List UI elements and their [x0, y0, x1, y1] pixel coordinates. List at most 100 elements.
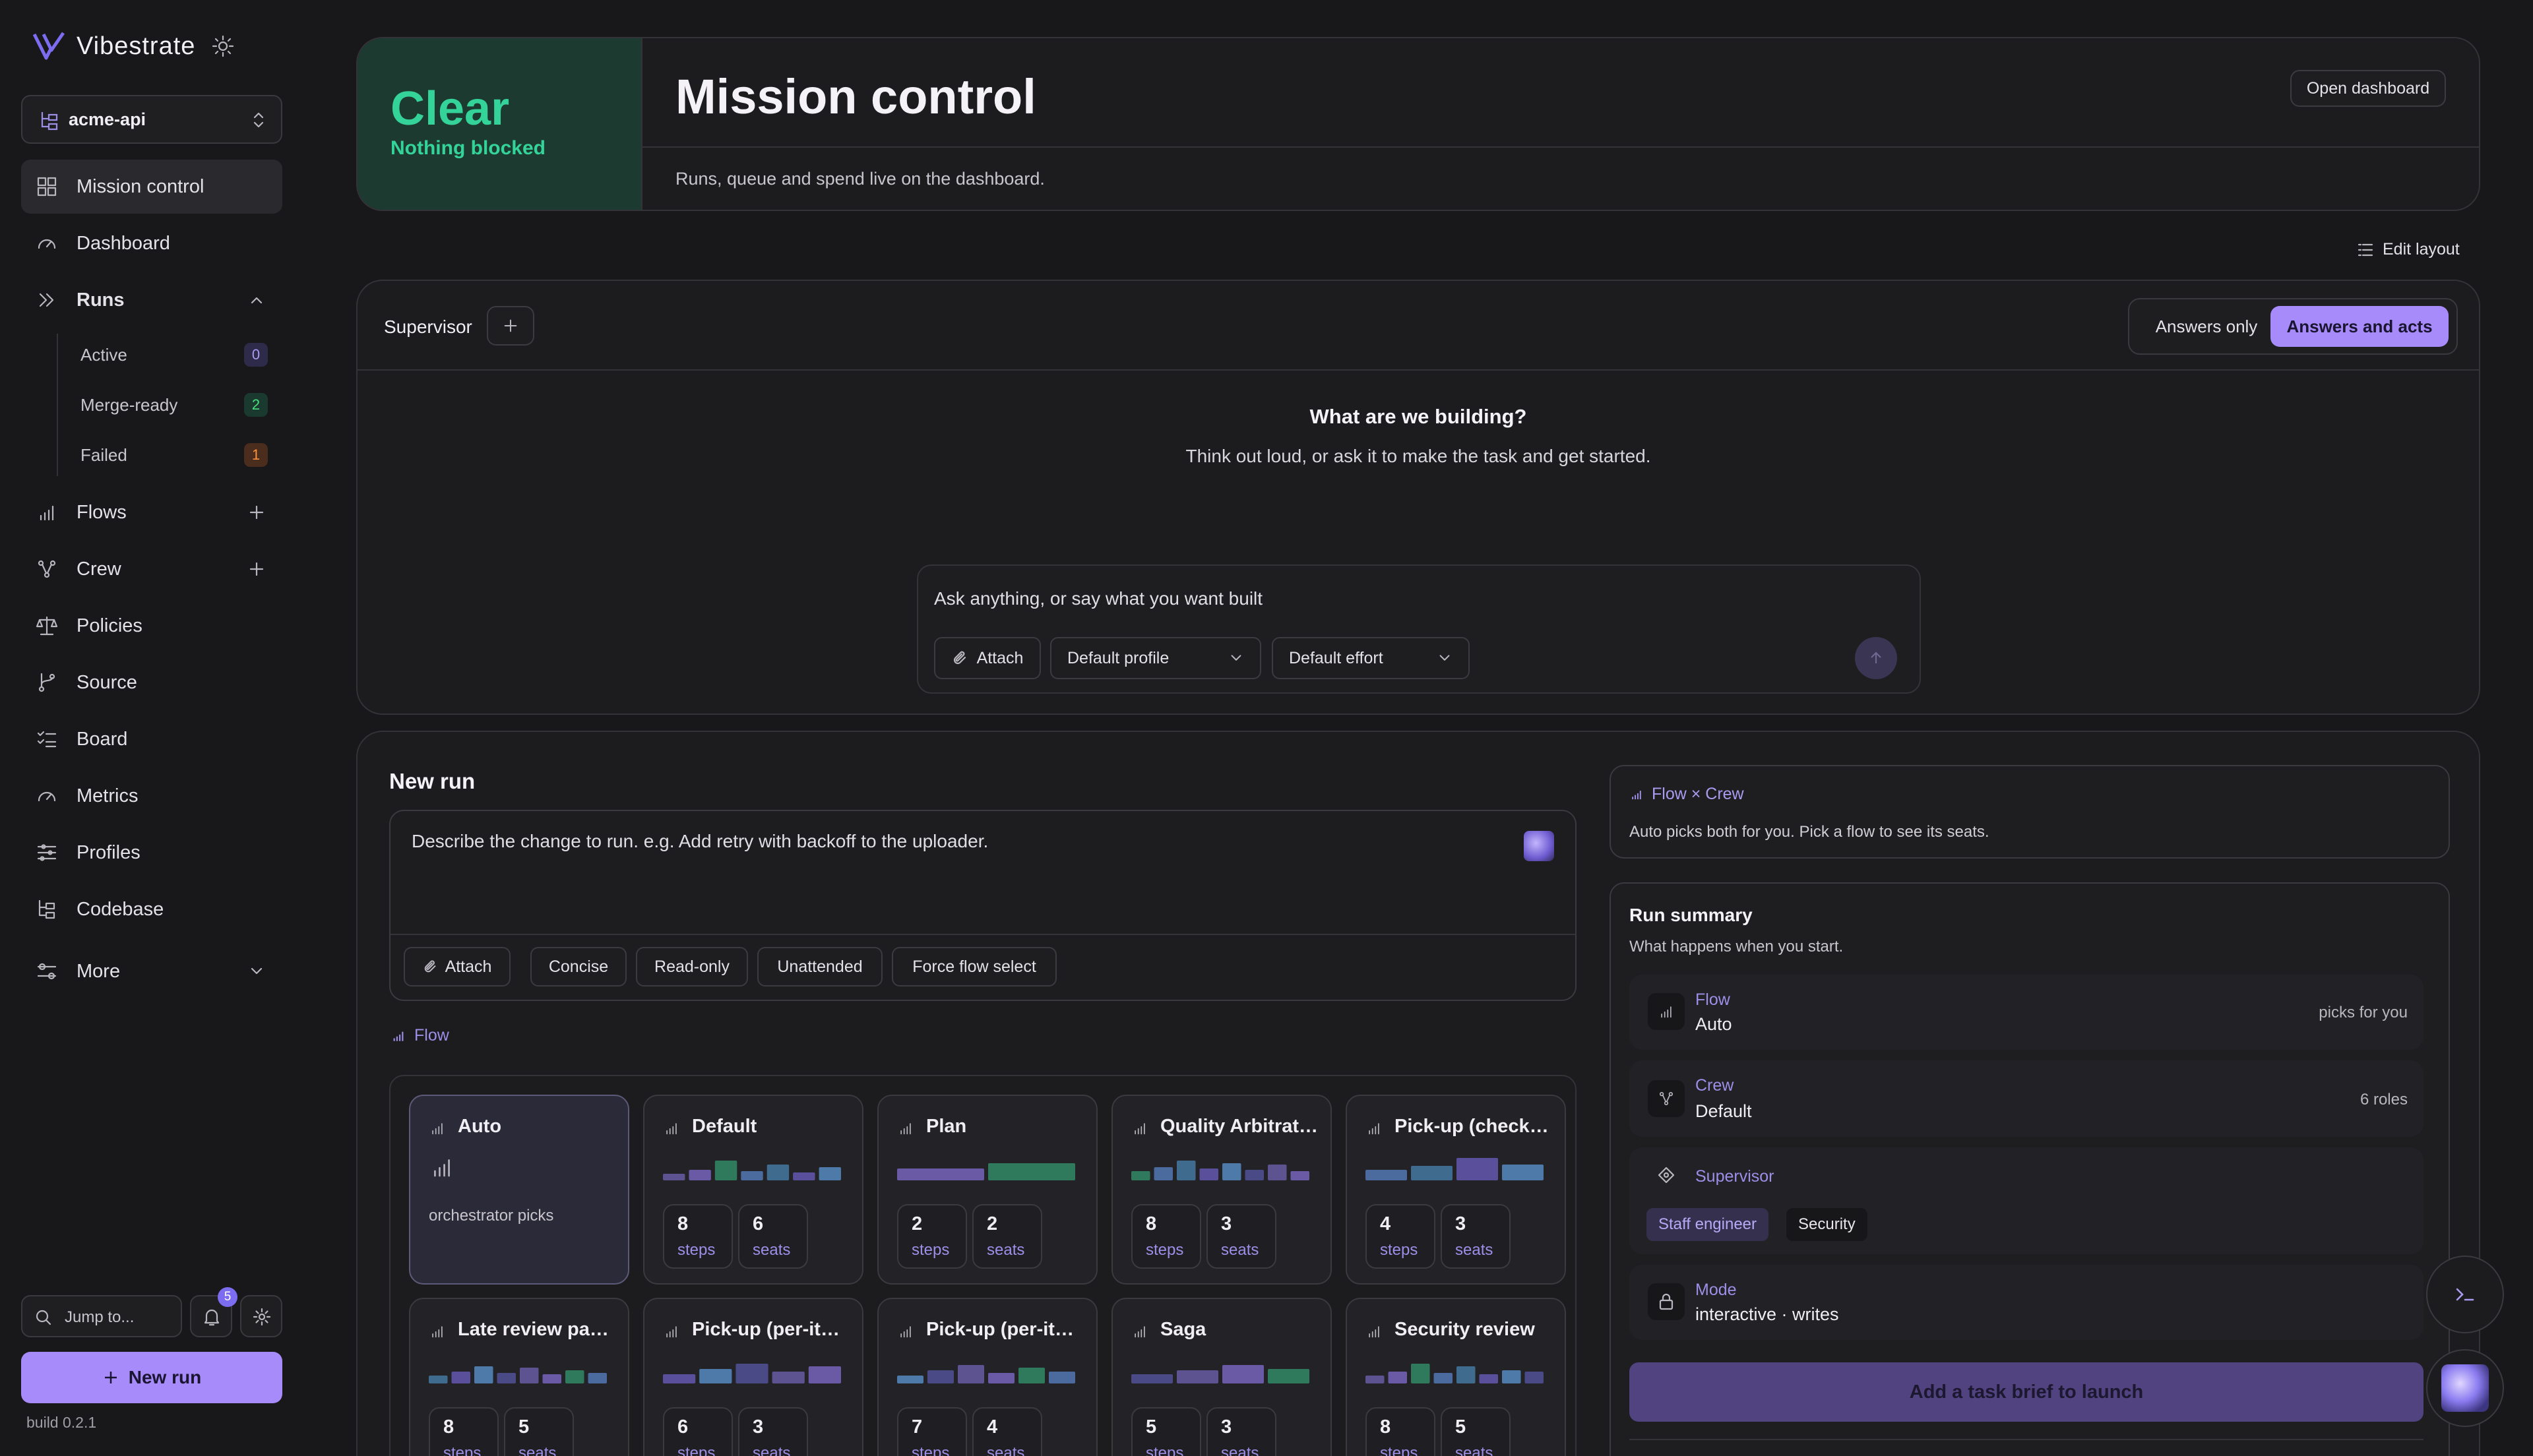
chip-attach[interactable]: Attach — [404, 947, 511, 986]
plus-icon[interactable] — [248, 504, 265, 521]
flow-tile[interactable]: Default 8 steps 6 seats — [643, 1095, 863, 1285]
nav-crew[interactable]: Crew — [21, 542, 282, 596]
bars-icon — [900, 1123, 911, 1135]
gauge-icon — [38, 239, 56, 249]
bars-icon — [1135, 1123, 1145, 1135]
steps-count: 8 — [1380, 1416, 1391, 1438]
edit-layout-button[interactable]: Edit layout — [2356, 240, 2460, 259]
seats-unit: seats — [518, 1444, 557, 1456]
step-bar — [520, 1368, 539, 1383]
supervisor-tag-staff-engineer[interactable]: Staff engineer — [1646, 1208, 1769, 1241]
project-selector[interactable]: acme-api — [21, 95, 282, 144]
mode-answers-only[interactable]: Answers only — [2136, 306, 2277, 347]
grid-icon — [37, 177, 57, 197]
nav-dashboard[interactable]: Dashboard — [21, 216, 282, 270]
send-button[interactable] — [1855, 637, 1897, 679]
effort-select[interactable]: Default effort — [1272, 637, 1470, 679]
runs-sub-active[interactable]: Active 0 — [57, 335, 268, 375]
flow-step-bars — [1131, 1161, 1309, 1180]
nav-source[interactable]: Source — [21, 655, 282, 710]
new-run-button[interactable]: New run — [21, 1352, 282, 1403]
flow-section-label: Flow — [391, 1026, 449, 1045]
attach-button[interactable]: Attach — [934, 637, 1041, 679]
step-bar — [1433, 1373, 1453, 1383]
supervisor-input[interactable]: Ask anything, or say what you want built — [934, 588, 1263, 609]
step-bar — [714, 1161, 737, 1180]
profile-select[interactable]: Default profile — [1050, 637, 1261, 679]
nav-mission-control[interactable]: Mission control — [21, 160, 282, 214]
search-icon — [36, 1310, 51, 1325]
seats-stat: 4 seats — [972, 1407, 1042, 1456]
plus-icon[interactable] — [248, 561, 265, 578]
nav-label: More — [77, 960, 121, 982]
chevrons-right-icon — [39, 293, 54, 307]
notifications-button[interactable]: 5 — [190, 1287, 237, 1337]
nav-flows[interactable]: Flows — [21, 485, 282, 539]
jump-to-input[interactable]: Jump to... — [21, 1295, 182, 1337]
flow-tile[interactable]: Pick-up (checklist) 4 steps 3 seats — [1346, 1095, 1566, 1285]
settings-button[interactable] — [240, 1295, 282, 1337]
flow-tile[interactable]: Saga 5 steps 3 seats — [1111, 1298, 1332, 1456]
chevron-down-icon[interactable] — [248, 963, 265, 980]
chevron-up-icon[interactable] — [248, 291, 265, 309]
seats-stat: 3 seats — [1441, 1204, 1511, 1269]
flow-crew-desc: Auto picks both for you. Pick a flow to … — [1629, 823, 1989, 841]
nav-label: Board — [77, 728, 128, 750]
flow-tile[interactable]: Pick-up (per-item) 6 steps 3 seats — [643, 1298, 863, 1456]
runs-sub-failed[interactable]: Failed 1 — [57, 435, 268, 475]
bars-icon — [1369, 1123, 1379, 1135]
flow-step-bars — [1131, 1365, 1309, 1383]
flow-name: Pick-up (checklist) — [1394, 1116, 1553, 1137]
add-supervisor-button[interactable] — [487, 306, 534, 346]
chip-unattended[interactable]: Unattended — [757, 947, 883, 986]
supervisor-tag-security[interactable]: Security — [1786, 1208, 1867, 1241]
summary-flow-row: Flow Auto picks for you — [1629, 975, 2424, 1050]
assistant-button[interactable] — [2426, 1349, 2504, 1427]
steps-count: 2 — [912, 1213, 923, 1234]
nodes-icon — [38, 560, 56, 578]
summary-right: picks for you — [2319, 1004, 2408, 1021]
nav-profiles[interactable]: Profiles — [21, 826, 282, 880]
flow-crew-title: Flow × Crew — [1652, 785, 1744, 803]
nav-metrics[interactable]: Metrics — [21, 769, 282, 823]
steps-unit: steps — [912, 1444, 950, 1456]
flow-step-bars — [897, 1365, 1075, 1383]
runs-sub-merge-ready[interactable]: Merge-ready 2 — [57, 385, 268, 425]
nav-board[interactable]: Board — [21, 712, 282, 766]
nav-runs[interactable]: Runs — [21, 273, 282, 327]
step-bar — [542, 1374, 561, 1383]
flow-name: Default — [692, 1116, 757, 1137]
chip-read-only[interactable]: Read-only — [636, 947, 748, 986]
count-badge: 1 — [244, 443, 268, 467]
chip-force-flow-select[interactable]: Force flow select — [892, 947, 1057, 986]
tag-label: Staff engineer — [1658, 1215, 1757, 1233]
open-dashboard-button[interactable]: Open dashboard — [2290, 70, 2446, 107]
terminal-button[interactable] — [2426, 1256, 2504, 1333]
sparkle-icon[interactable] — [1524, 831, 1554, 861]
run-brief-input[interactable]: Describe the change to run. e.g. Add ret… — [412, 831, 988, 852]
theme-sun-icon[interactable] — [211, 34, 235, 58]
flow-tile[interactable]: Plan 2 steps 2 seats — [877, 1095, 1098, 1285]
step-bar — [897, 1168, 984, 1180]
chevron-down-icon — [1439, 655, 1450, 661]
flow-tile[interactable]: Pick-up (per-item) 7 steps 4 seats — [877, 1298, 1098, 1456]
seats-stat: 5 seats — [504, 1407, 574, 1456]
count-badge: 2 — [244, 393, 268, 417]
flow-tile[interactable]: Auto orchestrator picks — [409, 1095, 629, 1285]
step-bar — [1388, 1372, 1407, 1383]
flow-tile[interactable]: Late review panel 8 steps 5 seats — [409, 1298, 629, 1456]
step-bar — [766, 1165, 790, 1180]
supervisor-card: Supervisor Answers only Answers and acts… — [356, 280, 2480, 715]
flow-tile[interactable]: Security review 8 steps 5 seats — [1346, 1298, 1566, 1456]
nav-policies[interactable]: Policies — [21, 599, 282, 653]
launch-button[interactable]: Add a task brief to launch — [1629, 1362, 2424, 1422]
chip-concise[interactable]: Concise — [530, 947, 627, 986]
flow-step-bars — [663, 1364, 841, 1383]
steps-count: 6 — [677, 1416, 689, 1438]
mode-answers-and-acts[interactable]: Answers and acts — [2270, 306, 2449, 347]
nav-more[interactable]: More — [21, 944, 282, 998]
seats-count: 3 — [1221, 1416, 1232, 1438]
nav-codebase[interactable]: Codebase — [21, 882, 282, 936]
flow-tile[interactable]: Quality Arbitration 8 steps 3 seats — [1111, 1095, 1332, 1285]
app-logo[interactable]: Vibestrate — [32, 30, 235, 62]
